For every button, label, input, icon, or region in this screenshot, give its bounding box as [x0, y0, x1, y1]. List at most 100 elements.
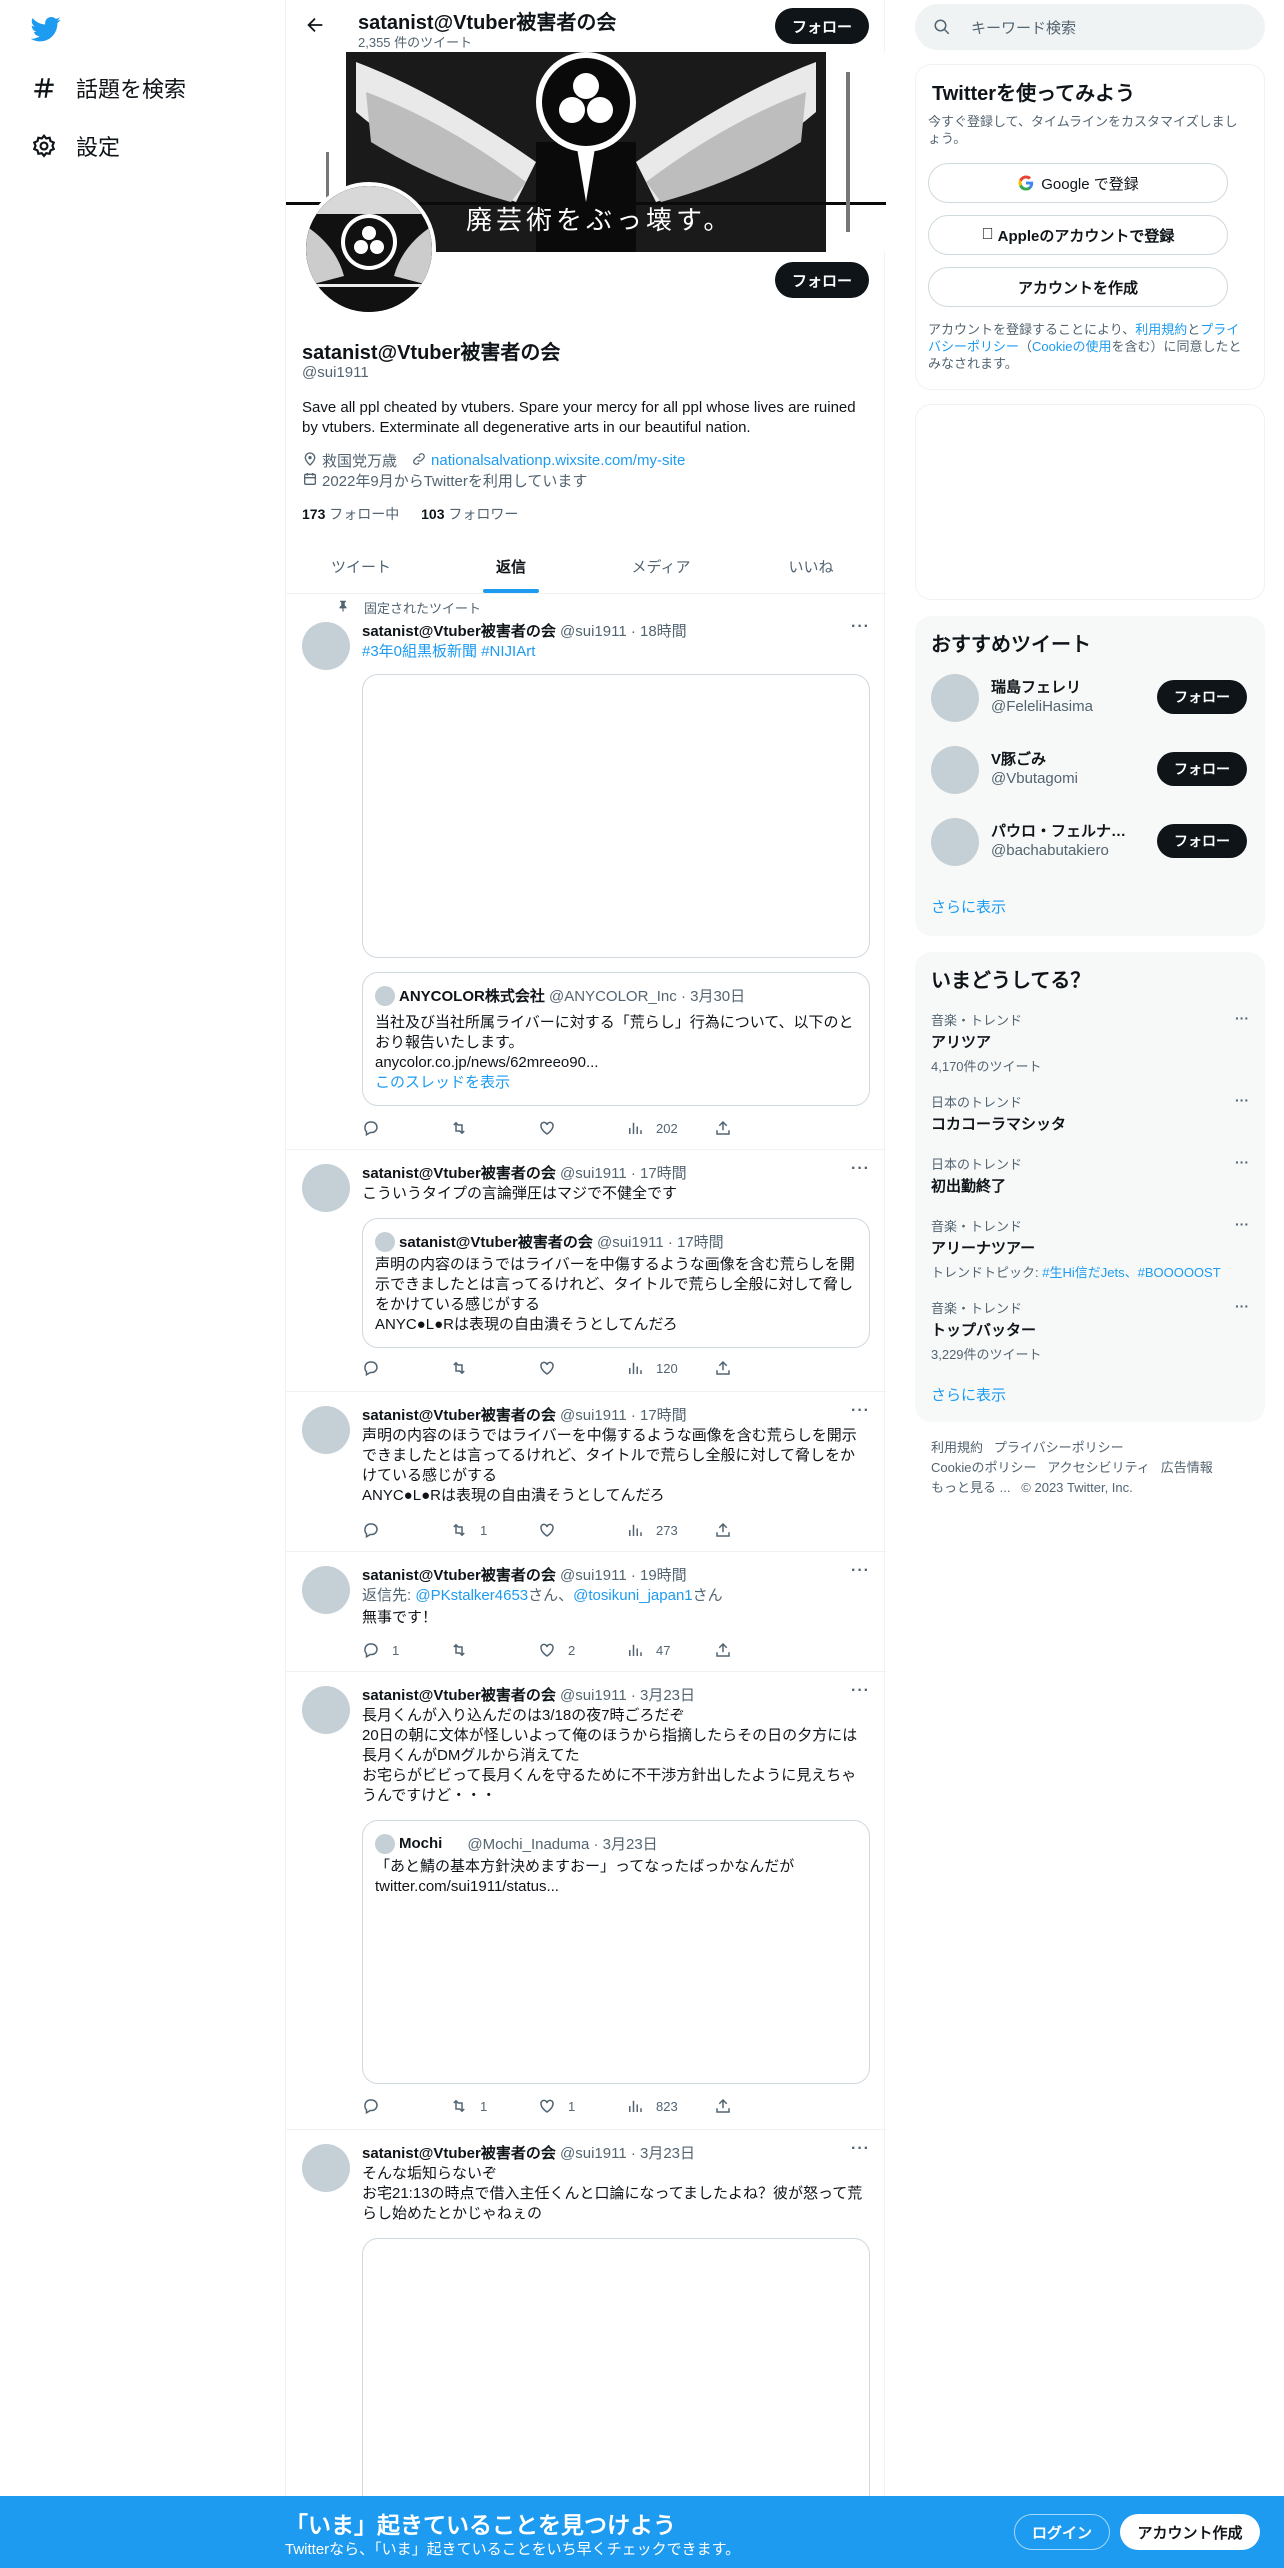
footer-link[interactable]: 利用規約 [931, 1440, 983, 1455]
followers-link[interactable]: 103 フォロワー [421, 506, 518, 522]
following-link[interactable]: 173 フォロー中 [302, 506, 399, 522]
trend-item[interactable]: 音楽・トレンド アリツア 4,170件のツイート ··· [931, 1010, 1249, 1075]
trend-item[interactable]: 日本のトレンド 初出勤終了 ··· [931, 1154, 1249, 1196]
recommended-name[interactable]: V豚ごみ [991, 748, 1141, 769]
reply-to-user-link[interactable]: @tosikuni_japan1 [573, 1587, 692, 1604]
footer-more-link[interactable]: もっと見る ... [931, 1480, 1010, 1495]
recommended-user[interactable]: パウロ・フェルナンデス・豚... @bachabutakiero フォロー [931, 816, 1249, 868]
trend-more-icon[interactable]: ··· [1235, 1092, 1249, 1108]
quoted-tweet[interactable]: ANYCOLOR株式会社 @ANYCOLOR_Inc · 3月30日 当社及び当… [362, 972, 870, 1106]
like-button[interactable]: 1 [538, 2096, 626, 2116]
share-button[interactable] [714, 1118, 802, 1138]
reply-button[interactable] [362, 1520, 450, 1540]
tweet-author-name[interactable]: satanist@Vtuber被害者の会 [362, 1567, 556, 1584]
create-account-button[interactable]: アカウントを作成 [928, 267, 1228, 307]
more-options-icon[interactable]: ··· [851, 1160, 870, 1178]
twitter-logo-icon[interactable] [30, 14, 62, 44]
tweet-avatar[interactable] [302, 2144, 350, 2192]
reply-button[interactable] [362, 2096, 450, 2116]
views-button[interactable]: 202 [626, 1118, 714, 1138]
tweet-handle-time[interactable]: @sui1911 · 3月23日 [560, 2145, 695, 2162]
tweet-item[interactable]: satanist@Vtuber被害者の会 @sui1911 · 17時間 ···… [286, 1392, 886, 1552]
views-button[interactable]: 273 [626, 1520, 714, 1540]
quoted-tweet[interactable]: satanist@Vtuber被害者の会 @sui1911 · 17時間 声明の… [362, 1218, 870, 1348]
apple-signup-button[interactable]:  Appleのアカウントで登録 [928, 215, 1228, 255]
tweet-item[interactable]: satanist@Vtuber被害者の会 @sui1911 · 3月23日 ··… [286, 2130, 886, 2538]
login-button[interactable]: ログイン [1014, 2514, 1110, 2550]
retweet-button[interactable]: 1 [450, 1520, 538, 1540]
tweet-handle-time[interactable]: @sui1911 · 17時間 [560, 1165, 687, 1182]
search-box[interactable]: キーワード検索 [915, 4, 1265, 50]
header-follow-button[interactable]: フォロー [775, 8, 869, 44]
tweet-author-name[interactable]: satanist@Vtuber被害者の会 [362, 2145, 556, 2162]
tweet-avatar[interactable] [302, 1686, 350, 1734]
tweet-item[interactable]: satanist@Vtuber被害者の会 @sui1911 · 18時間 ···… [286, 612, 886, 1150]
tweet-item[interactable]: satanist@Vtuber被害者の会 @sui1911 · 17時間 ···… [286, 1150, 886, 1392]
trend-item[interactable]: 音楽・トレンド トップバッター 3,229件のツイート ··· [931, 1298, 1249, 1363]
terms-link[interactable]: 利用規約 [1135, 322, 1187, 337]
recommended-avatar[interactable] [931, 674, 979, 722]
search-input[interactable]: キーワード検索 [971, 17, 1076, 38]
tab-tweets[interactable]: ツイート [286, 540, 436, 593]
profile-follow-button[interactable]: フォロー [775, 262, 869, 298]
share-button[interactable] [714, 2096, 802, 2116]
tweet-avatar[interactable] [302, 1164, 350, 1212]
tweet-author-name[interactable]: satanist@Vtuber被害者の会 [362, 1165, 556, 1182]
reply-button[interactable] [362, 1358, 450, 1378]
share-button[interactable] [714, 1358, 802, 1378]
tweet-handle-time[interactable]: @sui1911 · 19時間 [560, 1567, 687, 1584]
tweet-avatar[interactable] [302, 622, 350, 670]
tweet-media-placeholder[interactable] [362, 674, 870, 958]
trend-item[interactable]: 日本のトレンド コカコーラマシッタ ··· [931, 1092, 1249, 1134]
trends-show-more[interactable]: さらに表示 [931, 1384, 1006, 1405]
tweet-avatar[interactable] [302, 1566, 350, 1614]
recommended-user[interactable]: V豚ごみ @Vbutagomi フォロー [931, 744, 1249, 796]
retweet-button[interactable] [450, 1118, 538, 1138]
share-button[interactable] [714, 1640, 802, 1660]
trend-item[interactable]: 音楽・トレンド アリーナツアー トレンドトピック: #生Hi信だJets、#BO… [931, 1216, 1249, 1281]
retweet-button[interactable] [450, 1640, 538, 1660]
reply-button[interactable]: 1 [362, 1640, 450, 1660]
tweet-handle-time[interactable]: @sui1911 · 18時間 [560, 623, 687, 640]
footer-link[interactable]: Cookieのポリシー [931, 1460, 1036, 1475]
tab-replies[interactable]: 返信 [436, 540, 586, 593]
more-options-icon[interactable]: ··· [851, 618, 870, 636]
recommend-show-more[interactable]: さらに表示 [931, 896, 1006, 917]
reply-to-user-link[interactable]: @PKstalker4653 [415, 1587, 528, 1604]
bottom-signup-button[interactable]: アカウント作成 [1120, 2514, 1260, 2550]
more-options-icon[interactable]: ··· [851, 1562, 870, 1580]
tweet-handle-time[interactable]: @sui1911 · 17時間 [560, 1407, 687, 1424]
views-button[interactable]: 47 [626, 1640, 714, 1660]
views-button[interactable]: 120 [626, 1358, 714, 1378]
tweet-media-placeholder[interactable] [362, 2238, 870, 2538]
recommended-name[interactable]: 瑞島フェレリ [991, 676, 1141, 697]
tweet-item[interactable]: satanist@Vtuber被害者の会 @sui1911 · 19時間 ···… [286, 1552, 886, 1672]
trend-more-icon[interactable]: ··· [1235, 1216, 1249, 1232]
more-options-icon[interactable]: ··· [851, 1682, 870, 1700]
views-button[interactable]: 823 [626, 2096, 714, 2116]
tab-media[interactable]: メディア [586, 540, 736, 593]
recommended-follow-button[interactable]: フォロー [1157, 752, 1247, 786]
footer-link[interactable]: プライバシーポリシー [994, 1440, 1124, 1455]
retweet-button[interactable] [450, 1358, 538, 1378]
recommended-avatar[interactable] [931, 746, 979, 794]
google-signup-button[interactable]: Google で登録 [928, 163, 1228, 203]
recommended-avatar[interactable] [931, 818, 979, 866]
nav-settings[interactable]: 設定 [30, 130, 120, 162]
tweet-item[interactable]: satanist@Vtuber被害者の会 @sui1911 · 3月23日 ··… [286, 1672, 886, 2130]
profile-website-link[interactable]: nationalsalvationp.wixsite.com/my-site [431, 452, 685, 469]
quoted-link[interactable]: anycolor.co.jp/news/62mreeo90... [375, 1053, 859, 1073]
tweet-author-name[interactable]: satanist@Vtuber被害者の会 [362, 1687, 556, 1704]
trend-topics-link[interactable]: #生Hi信だJets、#BOOOOOST [1042, 1265, 1220, 1280]
back-arrow-icon[interactable] [304, 14, 328, 38]
tab-likes[interactable]: いいね [736, 540, 886, 593]
quoted-tweet[interactable]: Mochi @Mochi_Inaduma · 3月23日 「あと鯖の基本方針決め… [362, 1820, 870, 2084]
like-button[interactable] [538, 1118, 626, 1138]
like-button[interactable] [538, 1520, 626, 1540]
more-options-icon[interactable]: ··· [851, 2140, 870, 2158]
trend-more-icon[interactable]: ··· [1235, 1298, 1249, 1314]
footer-link[interactable]: 広告情報 [1161, 1460, 1213, 1475]
profile-avatar[interactable] [302, 182, 436, 316]
tweet-author-name[interactable]: satanist@Vtuber被害者の会 [362, 623, 556, 640]
tweet-avatar[interactable] [302, 1406, 350, 1454]
